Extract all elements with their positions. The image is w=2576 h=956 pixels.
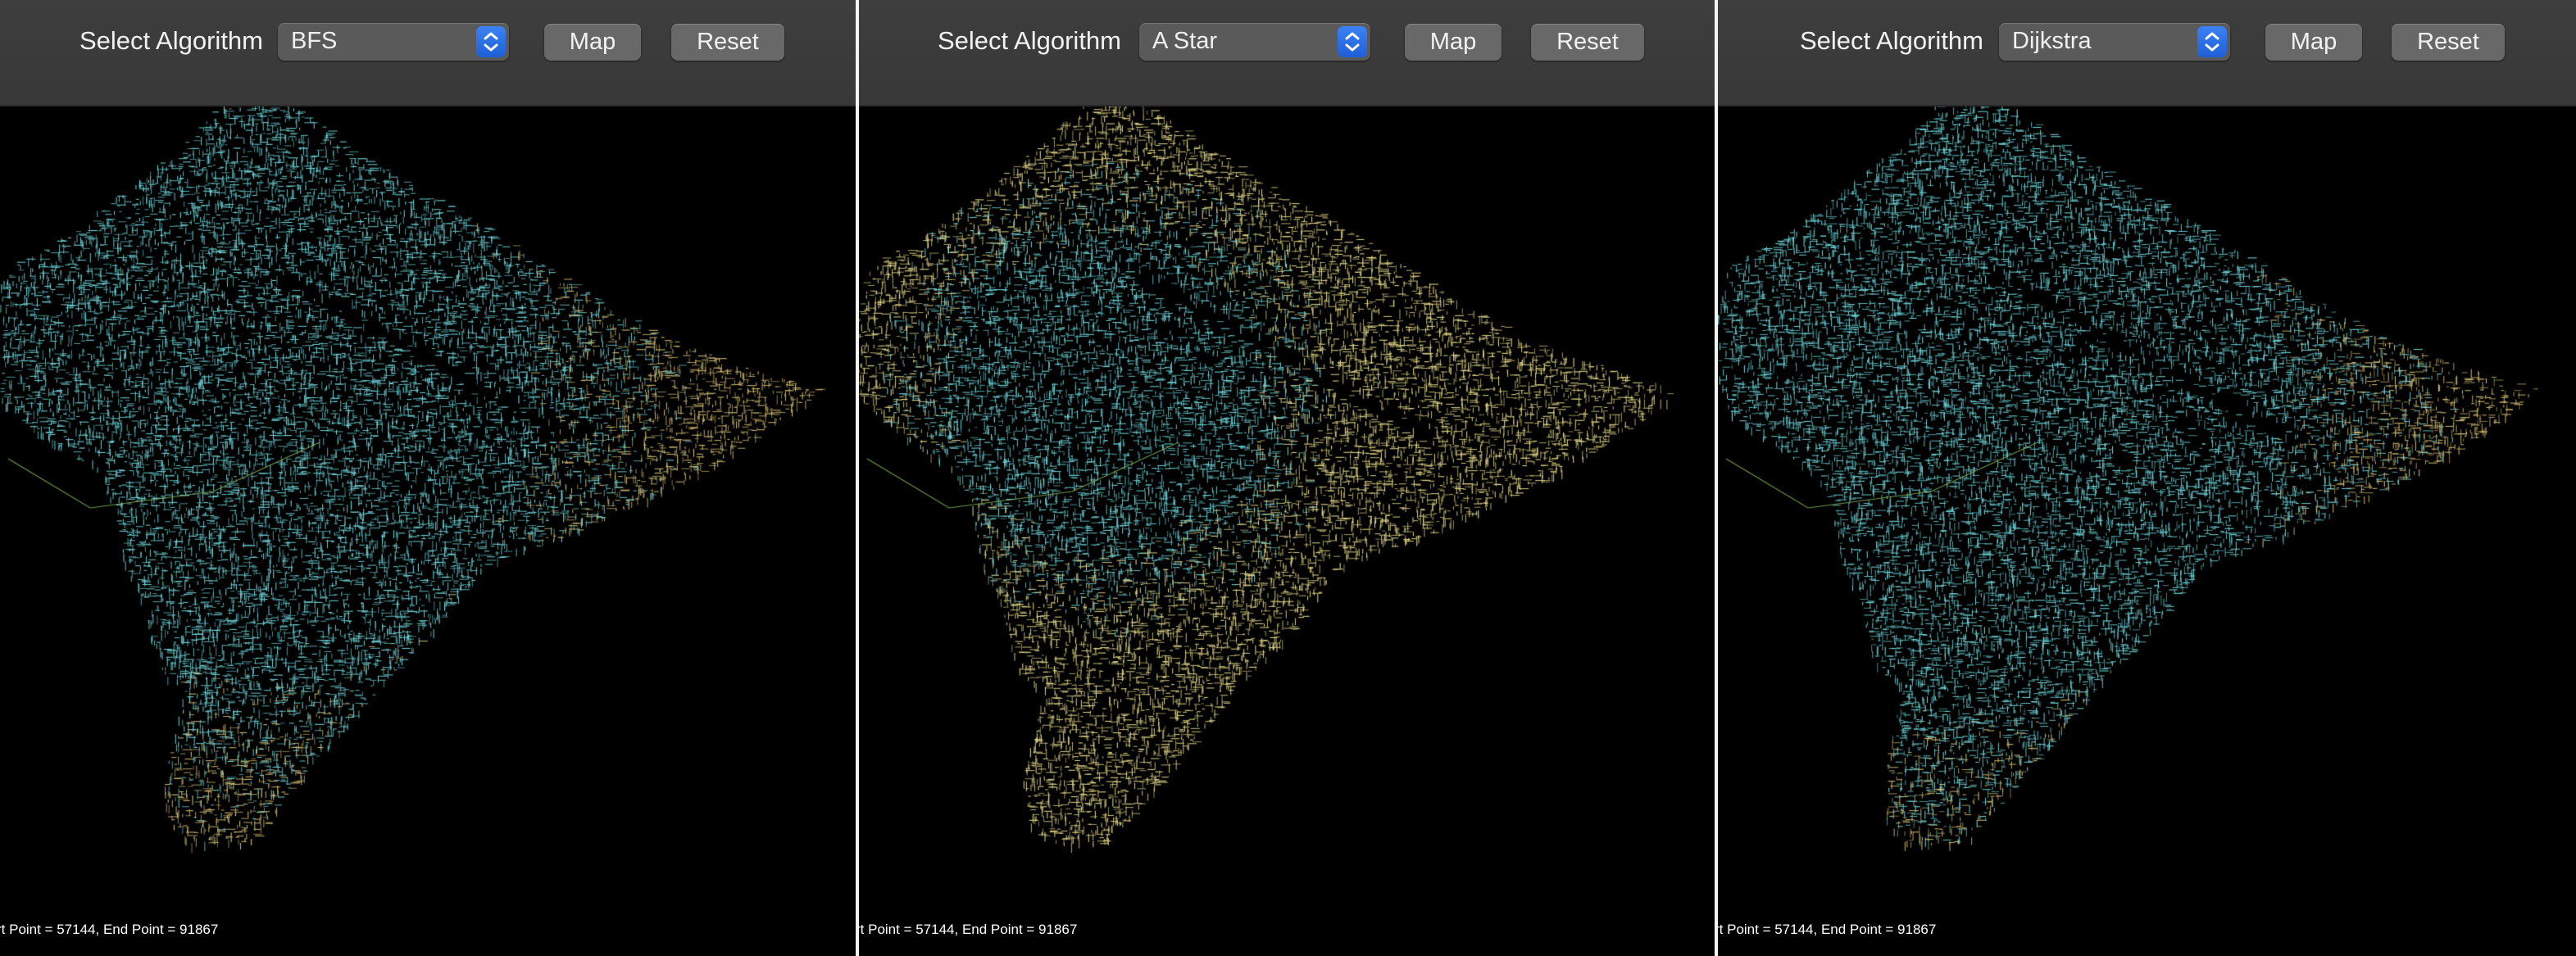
toolbar: Select Algorithm A Star Map Reset [859, 0, 1715, 106]
road-network-map[interactable] [859, 106, 1715, 956]
status-text: rt Point = 57144, End Point = 91867 [859, 922, 1078, 937]
map-button[interactable]: Map [2265, 24, 2362, 61]
chevron-up-down-icon [1338, 26, 1367, 57]
algorithm-select-value: A Star [1152, 28, 1217, 54]
select-algorithm-label: Select Algorithm [80, 26, 263, 55]
road-network-canvas[interactable] [1718, 106, 2576, 956]
algorithm-select-value: BFS [291, 28, 338, 54]
reset-button[interactable]: Reset [2392, 24, 2505, 61]
algorithm-select-value: Dijkstra [2012, 28, 2092, 54]
chevron-up-down-icon [2197, 26, 2227, 57]
panel-dijkstra: Select Algorithm Dijkstra Map Reset rt P… [1718, 0, 2576, 956]
algorithm-select[interactable]: Dijkstra [1999, 23, 2230, 61]
map-button[interactable]: Map [544, 24, 641, 61]
road-network-canvas[interactable] [859, 106, 1715, 956]
status-text: rt Point = 57144, End Point = 91867 [1718, 922, 1937, 937]
reset-button[interactable]: Reset [671, 24, 784, 61]
select-algorithm-label: Select Algorithm [1800, 26, 1983, 55]
road-network-canvas[interactable] [0, 106, 856, 956]
toolbar: Select Algorithm BFS Map Reset [0, 0, 856, 106]
road-network-map[interactable] [0, 106, 856, 956]
status-text: rt Point = 57144, End Point = 91867 [0, 922, 219, 937]
toolbar: Select Algorithm Dijkstra Map Reset [1718, 0, 2576, 106]
road-network-map[interactable] [1718, 106, 2576, 956]
select-algorithm-label: Select Algorithm [938, 26, 1121, 55]
algorithm-select[interactable]: A Star [1139, 23, 1370, 61]
panel-bfs: Select Algorithm BFS Map Reset rt Point … [0, 0, 856, 956]
reset-button[interactable]: Reset [1531, 24, 1644, 61]
map-button[interactable]: Map [1405, 24, 1502, 61]
algorithm-select[interactable]: BFS [278, 23, 509, 61]
chevron-up-down-icon [476, 26, 506, 57]
panel-a-star: Select Algorithm A Star Map Reset rt Poi… [859, 0, 1715, 956]
